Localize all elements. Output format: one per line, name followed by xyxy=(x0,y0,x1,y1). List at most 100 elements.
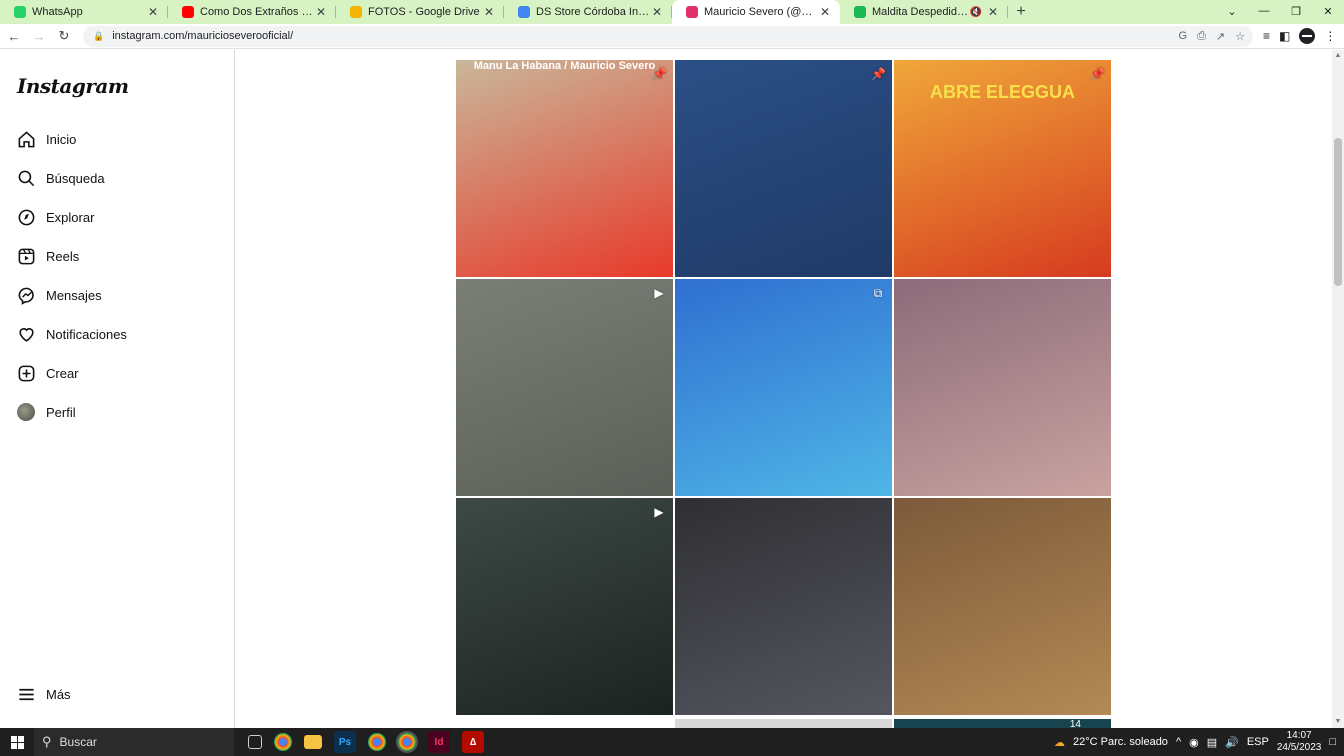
browser-tab-title: DS Store Córdoba Invita a Un Vi xyxy=(536,6,650,18)
close-tab-icon[interactable]: ✕ xyxy=(986,5,1000,19)
browser-tab-title: Maldita Despedida • Reik xyxy=(872,6,970,18)
post-thumbnail[interactable]: Manu La Habana / Mauricio Severo 📌 xyxy=(456,60,673,277)
posts-grid-next-row: 14 xyxy=(456,719,1111,728)
post-thumbnail[interactable] xyxy=(456,719,673,728)
clock-time: 14:07 xyxy=(1286,730,1312,741)
task-view-icon[interactable] xyxy=(248,735,262,749)
nav-inicio[interactable]: Inicio xyxy=(16,126,76,152)
spotify-icon xyxy=(854,6,866,18)
google-lens-icon[interactable]: G xyxy=(1179,30,1188,43)
nav-explorar[interactable]: Explorar xyxy=(16,204,94,230)
menu-dots-icon[interactable]: ⋮ xyxy=(1324,29,1336,43)
nav-label: Inicio xyxy=(46,131,77,147)
forward-icon[interactable]: → xyxy=(28,25,50,47)
post-thumbnail[interactable] xyxy=(894,279,1111,496)
windows-taskbar: ⚲ Buscar Ps Id ∆ ☁ 22°C Parc. soleado ^ … xyxy=(0,728,1344,756)
nav-reels[interactable]: Reels xyxy=(16,243,79,269)
taskbar-search[interactable]: ⚲ Buscar xyxy=(34,728,234,756)
bookmark-star-icon[interactable]: ☆ xyxy=(1235,30,1245,43)
profile-icon[interactable] xyxy=(1299,28,1316,44)
google-drive-icon xyxy=(350,6,362,18)
clock-date: 24/5/2023 xyxy=(1276,742,1322,753)
nav-label: Crear xyxy=(46,365,79,381)
nav-more[interactable]: Más xyxy=(16,681,71,707)
nav-mensajes[interactable]: Mensajes xyxy=(16,282,102,308)
nav-label: Mensajes xyxy=(46,287,102,303)
chrome-icon[interactable] xyxy=(274,733,292,751)
instagram-logo[interactable]: Instagram xyxy=(17,74,129,98)
photoshop-icon[interactable]: Ps xyxy=(334,731,356,753)
start-button[interactable] xyxy=(0,728,34,756)
camera-icon[interactable]: ◉ xyxy=(1189,736,1199,749)
browser-tab[interactable]: FOTOS - Google Drive ✕ xyxy=(336,0,504,24)
new-tab-button[interactable]: + xyxy=(1008,0,1034,24)
post-thumbnail[interactable]: 📌 xyxy=(675,60,892,277)
file-explorer-icon[interactable] xyxy=(304,735,322,749)
weather-text[interactable]: 22°C Parc. soleado xyxy=(1073,736,1168,748)
whatsapp-icon xyxy=(14,6,26,18)
browser-tab-title: FOTOS - Google Drive xyxy=(368,6,480,18)
close-tab-icon[interactable]: ✕ xyxy=(314,5,328,19)
reading-list-icon[interactable]: ≡ xyxy=(1263,29,1270,43)
weather-icon: ☁ xyxy=(1054,736,1066,749)
install-app-icon[interactable]: ⎙ xyxy=(1197,30,1206,43)
post-thumbnail[interactable]: ABRE ELEGGUA 📌 xyxy=(894,60,1111,277)
reload-icon[interactable]: ↻ xyxy=(53,25,75,47)
post-thumbnail[interactable]: ▶ xyxy=(456,279,673,496)
acrobat-icon[interactable]: ∆ xyxy=(462,731,484,753)
scrollbar-thumb[interactable] xyxy=(1334,138,1342,286)
share-icon[interactable]: ↗ xyxy=(1216,30,1225,43)
instagram-icon xyxy=(686,6,698,18)
nav-notificaciones[interactable]: Notificaciones xyxy=(16,321,127,347)
address-bar[interactable]: 🔒 instagram.com/mauricioseverooficial/ G… xyxy=(83,25,1253,47)
nav-crear[interactable]: Crear xyxy=(16,360,79,386)
notifications-icon[interactable]: □ xyxy=(1329,736,1336,748)
post-thumbnail[interactable] xyxy=(675,719,892,728)
lock-icon: 🔒 xyxy=(93,30,105,41)
browser-tab[interactable]: Como Dos Extraños con Martin D✕ xyxy=(168,0,336,24)
avatar xyxy=(16,402,36,422)
chrome-active-icon[interactable] xyxy=(396,731,418,753)
search-icon xyxy=(16,168,36,188)
pin-icon: 📌 xyxy=(871,67,886,81)
reel-icon: ▶ xyxy=(654,505,664,519)
page-scrollbar[interactable]: ▲ ▼ xyxy=(1332,50,1344,728)
browser-tab-strip: WhatsApp✕Como Dos Extraños con Martin D✕… xyxy=(0,0,1344,24)
post-caption-text: Manu La Habana / Mauricio Severo xyxy=(473,60,656,72)
chrome-profile-icon[interactable] xyxy=(368,733,386,751)
close-tab-icon[interactable]: ✕ xyxy=(146,5,160,19)
nav-busqueda[interactable]: Búsqueda xyxy=(16,165,105,191)
reel-icon: ▶ xyxy=(654,286,664,300)
browser-tab[interactable]: Maldita Despedida • Reik🔇 ✕ xyxy=(840,0,1008,24)
post-thumbnail[interactable] xyxy=(675,498,892,715)
post-thumbnail[interactable]: ▶ xyxy=(456,498,673,715)
side-panel-icon[interactable]: ◧ xyxy=(1279,29,1290,43)
mute-tab-icon[interactable]: 🔇 xyxy=(970,7,982,18)
close-tab-icon[interactable]: ✕ xyxy=(482,5,496,19)
browser-tab[interactable]: DS Store Córdoba Invita a Un Vi✕ xyxy=(504,0,672,24)
scroll-up-icon[interactable]: ▲ xyxy=(1332,50,1344,62)
close-tab-icon[interactable]: ✕ xyxy=(818,5,832,19)
nav-label: Reels xyxy=(46,248,80,264)
volume-icon[interactable]: 🔊 xyxy=(1225,736,1239,749)
language-indicator[interactable]: ESP xyxy=(1247,736,1269,748)
browser-tab[interactable]: Mauricio Severo (@mauricioseve✕ xyxy=(672,0,840,24)
close-tab-icon[interactable]: ✕ xyxy=(650,5,664,19)
minimize-icon[interactable]: — xyxy=(1248,0,1280,22)
browser-tab[interactable]: WhatsApp ✕ xyxy=(0,0,168,24)
tab-search-icon[interactable]: ⌄ xyxy=(1216,0,1248,22)
browser-tab-title: Como Dos Extraños con Martin D xyxy=(200,6,314,18)
post-thumbnail[interactable] xyxy=(894,498,1111,715)
back-icon[interactable]: ← xyxy=(3,25,25,47)
maximize-icon[interactable]: ❐ xyxy=(1280,0,1312,22)
indesign-icon[interactable]: Id xyxy=(428,731,450,753)
post-thumbnail[interactable]: 14 xyxy=(894,719,1111,728)
scroll-down-icon[interactable]: ▼ xyxy=(1332,716,1344,728)
heart-icon xyxy=(16,324,36,344)
post-thumbnail[interactable]: ⧉ xyxy=(675,279,892,496)
nav-perfil[interactable]: Perfil xyxy=(16,399,76,425)
close-window-icon[interactable]: ✕ xyxy=(1312,0,1344,22)
clock[interactable]: 14:07 24/5/2023 xyxy=(1277,730,1322,754)
tray-overflow-icon[interactable]: ^ xyxy=(1176,736,1181,748)
network-icon[interactable]: ▤ xyxy=(1207,736,1217,749)
